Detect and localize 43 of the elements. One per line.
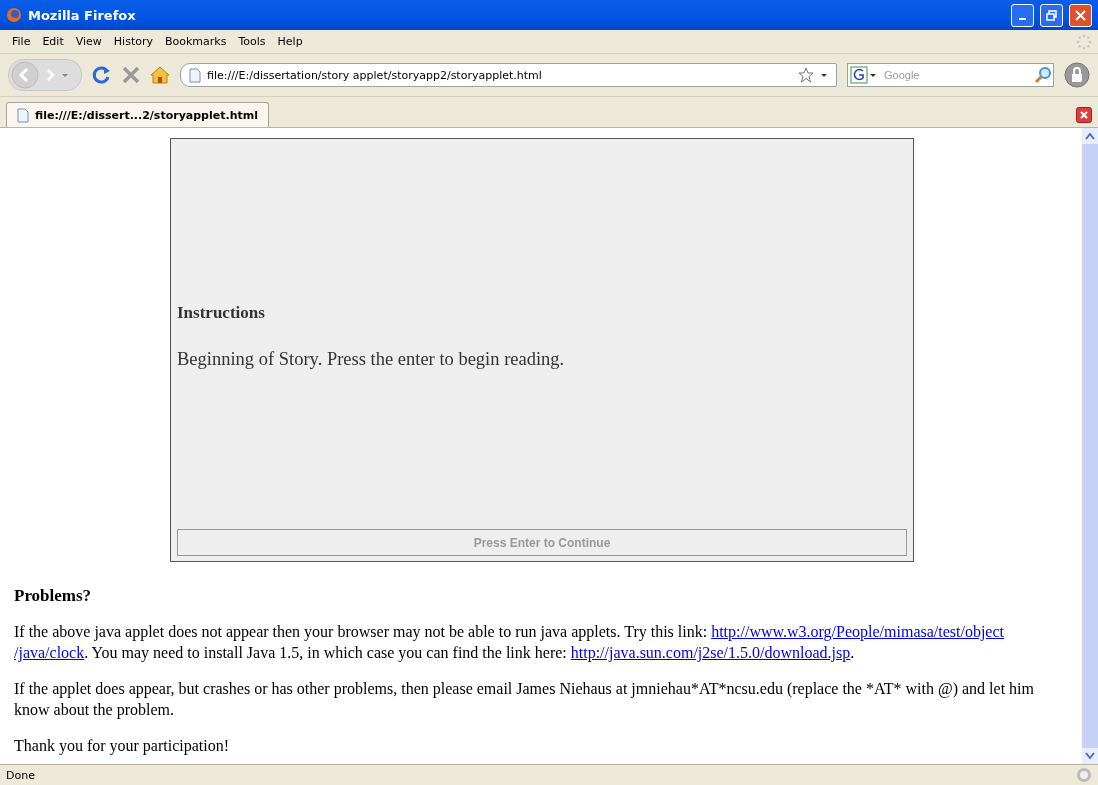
menu-item[interactable]: Bookmarks	[159, 35, 233, 48]
section-heading: Problems?	[14, 586, 93, 606]
close-icon	[1075, 9, 1086, 21]
menu-item[interactable]: View	[69, 35, 108, 48]
page-icon	[17, 107, 29, 123]
link[interactable]: http://www.w3.org/People/mimasa/test/object	[711, 623, 1004, 640]
address-bar[interactable]: file:///E:/dissertation/story applet/storyapp2/storyapplet.html	[180, 63, 837, 87]
reload-icon[interactable]	[92, 65, 112, 85]
menu-item[interactable]: Edit	[36, 35, 70, 48]
menu-item[interactable]: Help	[271, 35, 309, 48]
status-text: Done	[6, 768, 35, 782]
applet-message: Beginning of Story. Press the enter to begin reading.	[177, 349, 566, 370]
restore-button[interactable]	[1040, 3, 1063, 27]
page-icon	[189, 67, 201, 83]
throbber-icon	[1076, 33, 1092, 50]
menu-item[interactable]: History	[107, 35, 159, 48]
home-icon[interactable]	[150, 66, 170, 84]
paragraph: If the applet does appear, but crashes or has other problems, then please email James Niehaus at jmniehau*AT*ncsu.edu (replace the *AT* with @) and let him know about the problem.	[14, 679, 1035, 720]
scroll-down-icon[interactable]	[1085, 752, 1095, 760]
paragraph: Thank you for your participation!	[14, 736, 231, 756]
menu-item[interactable]: File	[6, 35, 37, 48]
firefox-icon	[6, 7, 22, 23]
search-box[interactable]: Google	[847, 63, 1054, 87]
browser-tab[interactable]: file:///E:/dissert...2/storyapplet.html	[6, 102, 269, 127]
window-title: Mozilla Firefox	[28, 7, 137, 23]
applet-heading: Instructions	[177, 303, 266, 323]
close-tab-button[interactable]	[1076, 107, 1092, 123]
lock-icon[interactable]	[1064, 62, 1090, 88]
status-icon	[1076, 767, 1092, 783]
scrollbar[interactable]	[1082, 128, 1098, 764]
paragraph: If the above java applet does not appear then your browser may not be able to run java applets. Try this link: http://www.w3.org/People/mimasa/test/object /java/clock. You may need to install Java 1.5, in which case you can find the link here: http://java.sun.com/j2se/1.5.0/download.jsp.	[14, 622, 1005, 663]
close-button[interactable]	[1069, 3, 1092, 27]
stop-icon[interactable]	[122, 66, 140, 84]
dropdown-icon[interactable]	[820, 71, 828, 79]
google-engine-icon[interactable]	[848, 65, 878, 85]
minimize-button[interactable]	[1011, 3, 1034, 27]
search-icon[interactable]	[1033, 65, 1053, 85]
menu-item[interactable]: Tools	[232, 35, 272, 48]
restore-icon	[1046, 9, 1057, 21]
scroll-up-icon[interactable]	[1085, 132, 1095, 140]
star-icon[interactable]	[798, 67, 814, 83]
url-text: file:///E:/dissertation/story applet/storyapp2/storyapplet.html	[207, 68, 543, 82]
minimize-icon	[1019, 18, 1026, 20]
